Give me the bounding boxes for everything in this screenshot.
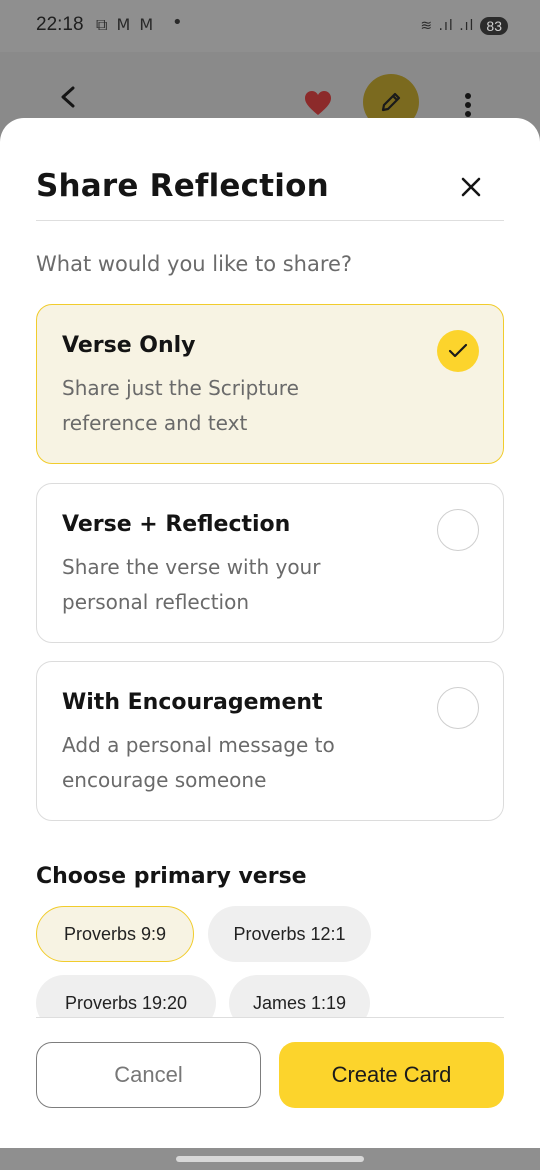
- radio-unchecked[interactable]: [437, 509, 479, 551]
- option-description: Add a personal message to encourage some…: [62, 733, 335, 792]
- option-verse-only[interactable]: Verse Only Share just the Scripture refe…: [36, 304, 504, 464]
- share-sheet: Share Reflection What would you like to …: [0, 118, 540, 1148]
- cancel-button[interactable]: Cancel: [36, 1042, 261, 1108]
- more-vertical-icon[interactable]: [462, 92, 474, 118]
- option-title: With Encouragement: [62, 690, 323, 715]
- verse-chip[interactable]: James 1:19: [229, 975, 370, 1017]
- option-description: Share just the Scripture reference and t…: [62, 376, 299, 435]
- option-with-encouragement[interactable]: With Encouragement Add a personal messag…: [36, 661, 504, 821]
- sheet-title: Share Reflection: [36, 168, 329, 204]
- status-right: ≋ .ıl .ıl 83: [420, 14, 508, 38]
- verse-section-label: Choose primary verse: [36, 864, 307, 889]
- battery-indicator: 83: [480, 17, 508, 35]
- radio-checked[interactable]: [437, 330, 479, 372]
- notification-dot: •: [172, 12, 183, 33]
- verse-chip[interactable]: Proverbs 9:9: [36, 906, 194, 962]
- close-icon[interactable]: [460, 176, 482, 198]
- share-prompt: What would you like to share?: [36, 252, 353, 276]
- option-title: Verse Only: [62, 333, 196, 358]
- status-bar: 22:18 ⧉ M M • ≋ .ıl .ıl 83: [0, 0, 540, 52]
- check-icon: [448, 343, 468, 358]
- title-divider: [36, 220, 504, 221]
- signal-icon: ≋ .ıl .ıl: [420, 18, 475, 34]
- pencil-icon: [381, 92, 401, 112]
- heart-icon[interactable]: [304, 90, 332, 116]
- back-icon[interactable]: [58, 86, 80, 108]
- home-indicator[interactable]: [176, 1156, 364, 1162]
- status-time: 22:18: [36, 14, 84, 35]
- option-title: Verse + Reflection: [62, 512, 291, 537]
- notification-icons: ⧉ M M: [96, 15, 156, 34]
- create-card-button[interactable]: Create Card: [279, 1042, 504, 1108]
- verse-chip[interactable]: Proverbs 19:20: [36, 975, 216, 1017]
- option-verse-reflection[interactable]: Verse + Reflection Share the verse with …: [36, 483, 504, 643]
- verse-chip-list[interactable]: Proverbs 9:9 Proverbs 12:1 Proverbs 19:2…: [36, 906, 504, 1018]
- option-description: Share the verse with your personal refle…: [62, 555, 321, 614]
- radio-unchecked[interactable]: [437, 687, 479, 729]
- navigation-bar: [0, 1148, 540, 1170]
- verse-chip[interactable]: Proverbs 12:1: [208, 906, 371, 962]
